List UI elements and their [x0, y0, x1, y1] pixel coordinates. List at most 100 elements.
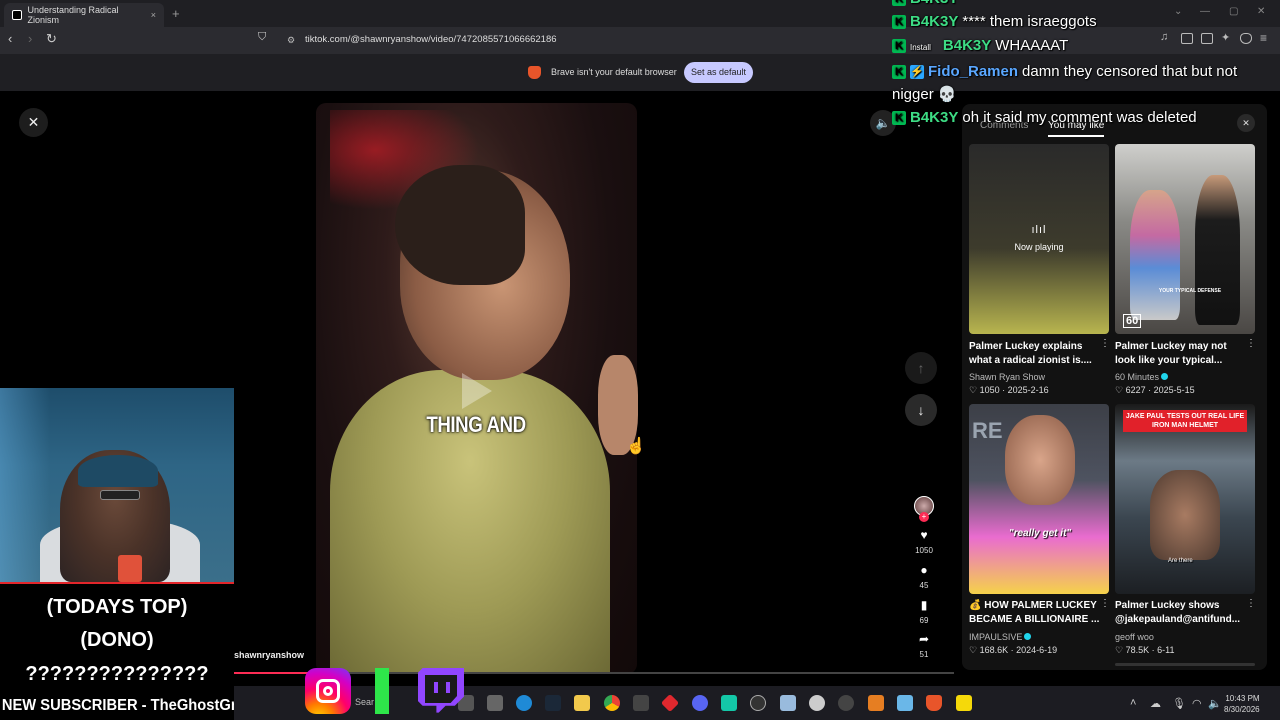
video-channel[interactable]: geoff woo	[1115, 632, 1154, 642]
set-default-button[interactable]: Set as default	[684, 62, 753, 83]
like-heart-icon[interactable]: ♥	[914, 528, 934, 542]
tab-close-icon[interactable]: ×	[151, 10, 156, 20]
new-tab-button[interactable]: +	[172, 6, 180, 21]
edge-icon[interactable]	[516, 695, 532, 711]
chrome-icon[interactable]	[604, 695, 620, 711]
video-title[interactable]: Palmer Luckey may not look like your typ…	[1115, 340, 1247, 368]
menu-icon[interactable]: ≡	[1260, 31, 1272, 45]
taskbar-clock[interactable]: 10:43 PM 8/30/2026	[1224, 693, 1260, 715]
back-icon[interactable]: ‹	[8, 31, 12, 46]
thumbnail-overlay-text: JAKE PAUL TESTS OUT REAL LIFE IRON MAN H…	[1123, 410, 1247, 432]
clock-time: 10:43 PM	[1225, 694, 1260, 703]
video-more-icon[interactable]: ⋮	[1246, 338, 1256, 349]
video-likes: 6227	[1125, 385, 1146, 395]
now-playing-label: Now playing	[1014, 242, 1064, 252]
close-video-button[interactable]: ✕	[19, 108, 48, 137]
steam-icon[interactable]	[545, 695, 561, 711]
follow-plus-icon[interactable]: +	[919, 512, 929, 522]
address-field[interactable]: ⚙ tiktok.com/@shawnryanshow/video/747208…	[285, 31, 885, 49]
video-stats: ♡ 6227 · 2025-5-15	[1115, 385, 1195, 395]
thumbnail-person	[1130, 190, 1180, 320]
tab-title: Understanding Radical Zionism	[27, 5, 119, 25]
video-channel[interactable]: 60 Minutes	[1115, 372, 1169, 382]
site-info-icon[interactable]: ⚙	[287, 31, 295, 49]
panel-close-button[interactable]: ✕	[1237, 114, 1255, 132]
video-title[interactable]: 💰 HOW PALMER LUCKEY BECAME A BILLIONAIRE…	[969, 599, 1101, 627]
video-likes: 1050	[979, 385, 1000, 395]
video-channel[interactable]: Shawn Ryan Show	[969, 372, 1045, 382]
leo-ai-icon[interactable]: ✦	[1221, 31, 1233, 44]
wallet-icon[interactable]	[1201, 33, 1213, 44]
tray-wifi-icon[interactable]: ◠	[1192, 697, 1202, 710]
thumbnail-person	[1195, 175, 1240, 325]
music-icon[interactable]: ♫	[1160, 31, 1172, 43]
thumbnail-background-text: RE	[972, 418, 1003, 443]
previous-video-button[interactable]: ↑	[905, 352, 937, 384]
tray-volume-icon[interactable]: 🔈	[1208, 697, 1222, 710]
app-yellow-icon[interactable]	[956, 695, 972, 711]
tab-list-chevron-icon[interactable]: ⌄	[1174, 6, 1182, 17]
comment-icon[interactable]: ●	[914, 563, 934, 577]
notepad-icon[interactable]	[897, 695, 913, 711]
twitch-logo-eye	[434, 682, 438, 693]
video-channel[interactable]: IMPAULSIVE	[969, 632, 1032, 642]
maximize-icon[interactable]: ▢	[1229, 6, 1238, 17]
fl-studio-icon[interactable]	[868, 695, 884, 711]
chat-username: B4K3Y	[910, 0, 958, 7]
video-progress-fill	[234, 672, 314, 674]
dono-label: (DONO)	[80, 629, 154, 651]
window-close-icon[interactable]: ✕	[1257, 6, 1265, 17]
creator-handle[interactable]: shawnryanshow	[234, 650, 304, 660]
video-thumbnail[interactable]	[969, 144, 1109, 334]
instagram-logo-lens	[323, 686, 333, 696]
webcam-mic	[118, 555, 142, 582]
share-arrow-icon[interactable]: ➦	[914, 632, 934, 646]
bookmark-save-icon[interactable]: ▮	[914, 598, 934, 612]
app-circle-icon[interactable]	[838, 695, 854, 711]
heart-icon: ♡	[969, 645, 980, 655]
chat-message: K ⚡ Fido_Ramen damn they censored that but …	[892, 63, 1237, 80]
task-view-icon[interactable]	[487, 695, 503, 711]
app-blue-icon[interactable]	[780, 695, 796, 711]
video-title[interactable]: Palmer Luckey shows @jakepauland@antifun…	[1115, 599, 1247, 627]
overlay-divider	[0, 582, 234, 584]
sidebar-icon[interactable]	[1181, 33, 1193, 44]
chat-username: Fido_Ramen	[928, 63, 1019, 80]
video-title[interactable]: Palmer Luckey explains what a radical zi…	[969, 340, 1101, 368]
forward-icon[interactable]: ›	[28, 31, 32, 46]
video-more-icon[interactable]: ⋮	[1100, 338, 1110, 349]
chat-username: B4K3Y	[910, 109, 959, 126]
reload-icon[interactable]: ↻	[46, 31, 57, 47]
chat-badge-icon: K	[892, 111, 906, 125]
tiktok-favicon-icon	[12, 10, 22, 20]
taskbar-search[interactable]: Sear	[355, 697, 374, 707]
heart-icon: ♡	[969, 385, 980, 395]
play-icon[interactable]	[462, 373, 492, 409]
discord-icon[interactable]	[692, 695, 708, 711]
tray-mic-icon[interactable]: 🎙	[1172, 697, 1186, 710]
bookmark-icon[interactable]: ⛉	[258, 31, 266, 44]
obs-icon[interactable]	[809, 695, 825, 711]
brave-taskbar-icon[interactable]	[926, 695, 942, 711]
now-playing-bars-icon: ılıl	[1031, 224, 1047, 236]
tray-cloud-icon[interactable]: ☁	[1150, 697, 1161, 710]
video-more-icon[interactable]: ⋮	[1246, 598, 1256, 609]
todays-top-label: (TODAYS TOP)	[46, 596, 188, 618]
chat-message: K B4K3Y **** them israeggots	[892, 13, 1097, 30]
file-explorer-icon[interactable]	[574, 695, 590, 711]
minimize-icon[interactable]: —	[1200, 6, 1210, 17]
panel-scroll-indicator[interactable]	[1115, 663, 1255, 666]
store-icon[interactable]	[633, 695, 649, 711]
next-video-button[interactable]: ↓	[905, 394, 937, 426]
chat-badge-icon: K	[892, 15, 906, 29]
browser-tab[interactable]: Understanding Radical Zionism ×	[4, 3, 164, 27]
thumbnail-caption-text: Are there	[1168, 558, 1193, 564]
chat-text: **** them israeggots	[962, 13, 1097, 30]
tray-chevron-icon[interactable]: ˄	[1130, 697, 1136, 709]
url-text: tiktok.com/@shawnryanshow/video/74720855…	[305, 34, 557, 45]
app-gauge-icon[interactable]	[750, 695, 766, 711]
shield-icon[interactable]	[1240, 33, 1252, 44]
video-more-icon[interactable]: ⋮	[1100, 598, 1110, 609]
sixty-minutes-logo: 60	[1123, 314, 1142, 328]
app-teal-icon[interactable]	[721, 695, 737, 711]
